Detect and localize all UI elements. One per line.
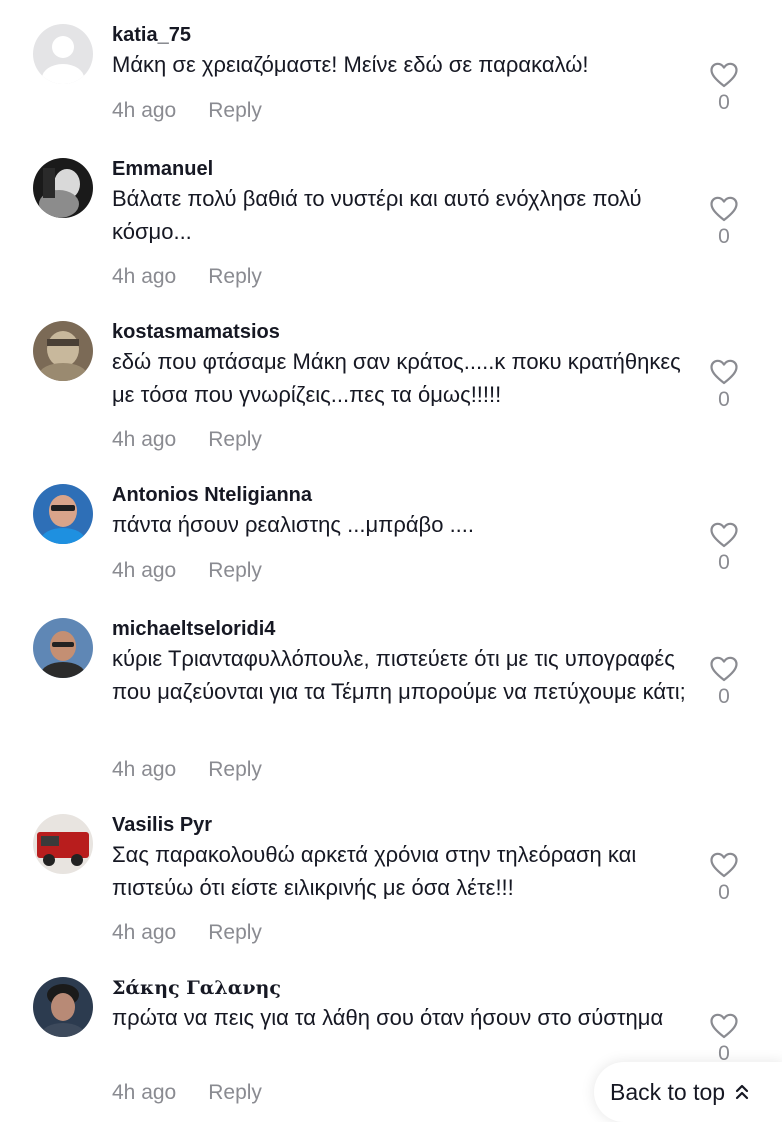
- comment-time: 4h ago: [112, 265, 177, 288]
- like-button[interactable]: 0: [708, 359, 740, 413]
- user-photo-avatar: [33, 977, 93, 1037]
- heart-icon: [710, 62, 738, 88]
- avatar[interactable]: [33, 24, 93, 84]
- like-count: 0: [718, 551, 730, 574]
- comment-username[interactable]: kostasmamatsios: [112, 319, 280, 345]
- avatar[interactable]: [33, 618, 93, 678]
- comment-meta: 4h ago Reply: [112, 264, 262, 290]
- avatar[interactable]: [33, 814, 93, 874]
- reply-button[interactable]: Reply: [208, 265, 262, 288]
- comment-time: 4h ago: [112, 758, 177, 781]
- like-count: 0: [718, 685, 730, 708]
- comment-meta: 4h ago Reply: [112, 427, 262, 453]
- like-button[interactable]: 0: [708, 1013, 740, 1067]
- comment-username[interactable]: Antonios Nteligianna: [112, 482, 312, 508]
- double-chevron-up-icon: [735, 1083, 749, 1101]
- avatar[interactable]: [33, 977, 93, 1037]
- heart-icon: [710, 656, 738, 682]
- user-photo-avatar: [33, 814, 93, 874]
- heart-icon: [710, 522, 738, 548]
- comment-time: 4h ago: [112, 428, 177, 451]
- reply-button[interactable]: Reply: [208, 428, 262, 451]
- comment-text: πάντα ήσουν ρεαλιστης ...μπράβο ....: [112, 512, 475, 537]
- comment-text: κύριε Τριανταφυλλόπουλε, πιστεύετε ότι μ…: [112, 646, 686, 704]
- comment-meta: 4h ago Reply: [112, 1080, 262, 1106]
- comment-username[interactable]: michaeltseloridi4: [112, 616, 275, 642]
- comment-time: 4h ago: [112, 559, 177, 582]
- like-count: 0: [718, 91, 730, 114]
- like-button[interactable]: 0: [708, 62, 740, 116]
- like-count: 0: [718, 881, 730, 904]
- reply-button[interactable]: Reply: [208, 1081, 262, 1104]
- user-photo-avatar: [33, 618, 93, 678]
- reply-button[interactable]: Reply: [208, 99, 262, 122]
- reply-button[interactable]: Reply: [208, 758, 262, 781]
- comment-text: Βάλατε πολύ βαθιά το νυστέρι και αυτό εν…: [112, 186, 642, 244]
- comment-username[interactable]: Σάκης Γαλανης: [112, 975, 281, 1001]
- like-count: 0: [718, 225, 730, 248]
- like-button[interactable]: 0: [708, 852, 740, 906]
- comment-time: 4h ago: [112, 921, 177, 944]
- heart-icon: [710, 359, 738, 385]
- user-photo-avatar: [33, 321, 93, 381]
- user-photo-avatar: [33, 484, 93, 544]
- avatar[interactable]: [33, 158, 93, 218]
- default-avatar-icon: [33, 24, 93, 84]
- back-to-top-button[interactable]: Back to top: [594, 1062, 782, 1122]
- like-count: 0: [718, 388, 730, 411]
- comment-meta: 4h ago Reply: [112, 757, 262, 783]
- reply-button[interactable]: Reply: [208, 559, 262, 582]
- comment-time: 4h ago: [112, 99, 177, 122]
- heart-icon: [710, 852, 738, 878]
- comment-text: Μάκη σε χρειαζόμαστε! Μείνε εδώ σε παρακ…: [112, 52, 589, 77]
- user-photo-avatar: [33, 158, 93, 218]
- heart-icon: [710, 1013, 738, 1039]
- comment-meta: 4h ago Reply: [112, 920, 262, 946]
- comment-meta: 4h ago Reply: [112, 558, 262, 584]
- back-to-top-label: Back to top: [610, 1078, 726, 1105]
- comment-username[interactable]: katia_75: [112, 22, 191, 48]
- comment-text: πρώτα να πεις για τα λάθη σου όταν ήσουν…: [112, 1005, 664, 1030]
- like-button[interactable]: 0: [708, 196, 740, 250]
- comment-text: εδώ που φτάσαμε Μάκη σαν κράτος.....κ πο…: [112, 349, 681, 407]
- heart-icon: [710, 196, 738, 222]
- avatar[interactable]: [33, 321, 93, 381]
- comment-meta: 4h ago Reply: [112, 98, 262, 124]
- comment-username[interactable]: Emmanuel: [112, 156, 213, 182]
- comment-text: Σας παρακολουθώ αρκετά χρόνια στην τηλεό…: [112, 842, 637, 900]
- comment-username[interactable]: Vasilis Pyr: [112, 812, 212, 838]
- like-button[interactable]: 0: [708, 522, 740, 576]
- like-button[interactable]: 0: [708, 656, 740, 710]
- avatar[interactable]: [33, 484, 93, 544]
- reply-button[interactable]: Reply: [208, 921, 262, 944]
- comment-time: 4h ago: [112, 1081, 177, 1104]
